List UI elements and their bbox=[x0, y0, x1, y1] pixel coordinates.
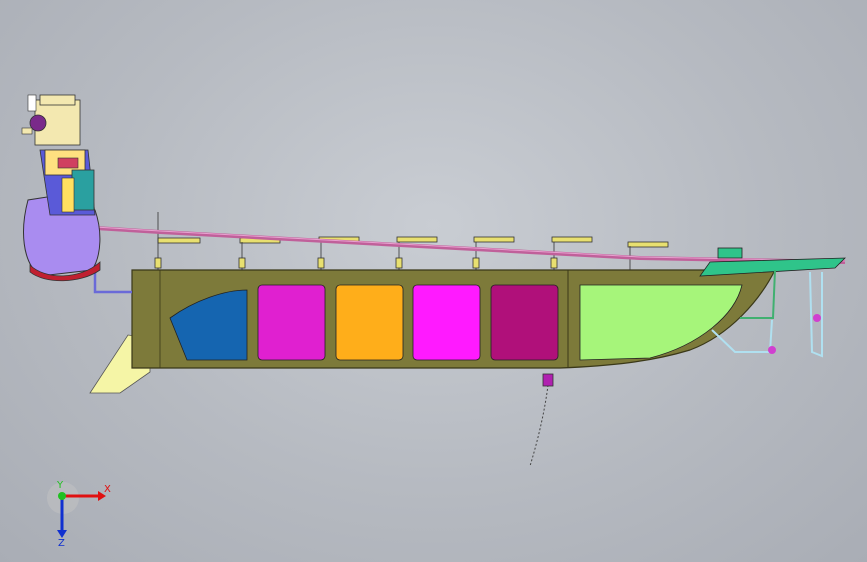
coordinate-axes-icon: X Y Z bbox=[47, 480, 111, 548]
compartment-pink bbox=[412, 284, 481, 361]
compartment-green bbox=[579, 284, 743, 361]
compartment-orange bbox=[335, 284, 404, 361]
engine-pipe bbox=[93, 262, 132, 294]
bow-cleat bbox=[717, 247, 743, 259]
boat-model-side-view[interactable] bbox=[0, 0, 867, 562]
compartment-magenta bbox=[257, 284, 326, 361]
tow-connector bbox=[542, 373, 554, 387]
deck-fittings bbox=[154, 212, 669, 270]
triad-x-label: X bbox=[104, 484, 111, 495]
compartment-purple bbox=[490, 284, 559, 361]
triad-y-axis bbox=[58, 492, 66, 500]
outboard-engine bbox=[21, 94, 101, 282]
triad-z-arrow bbox=[57, 530, 67, 538]
tow-line bbox=[529, 384, 549, 467]
triad-z-label: Z bbox=[58, 538, 65, 548]
triad-y-label: Y bbox=[56, 480, 64, 491]
graphics-viewport[interactable]: X Y Z bbox=[0, 0, 867, 562]
